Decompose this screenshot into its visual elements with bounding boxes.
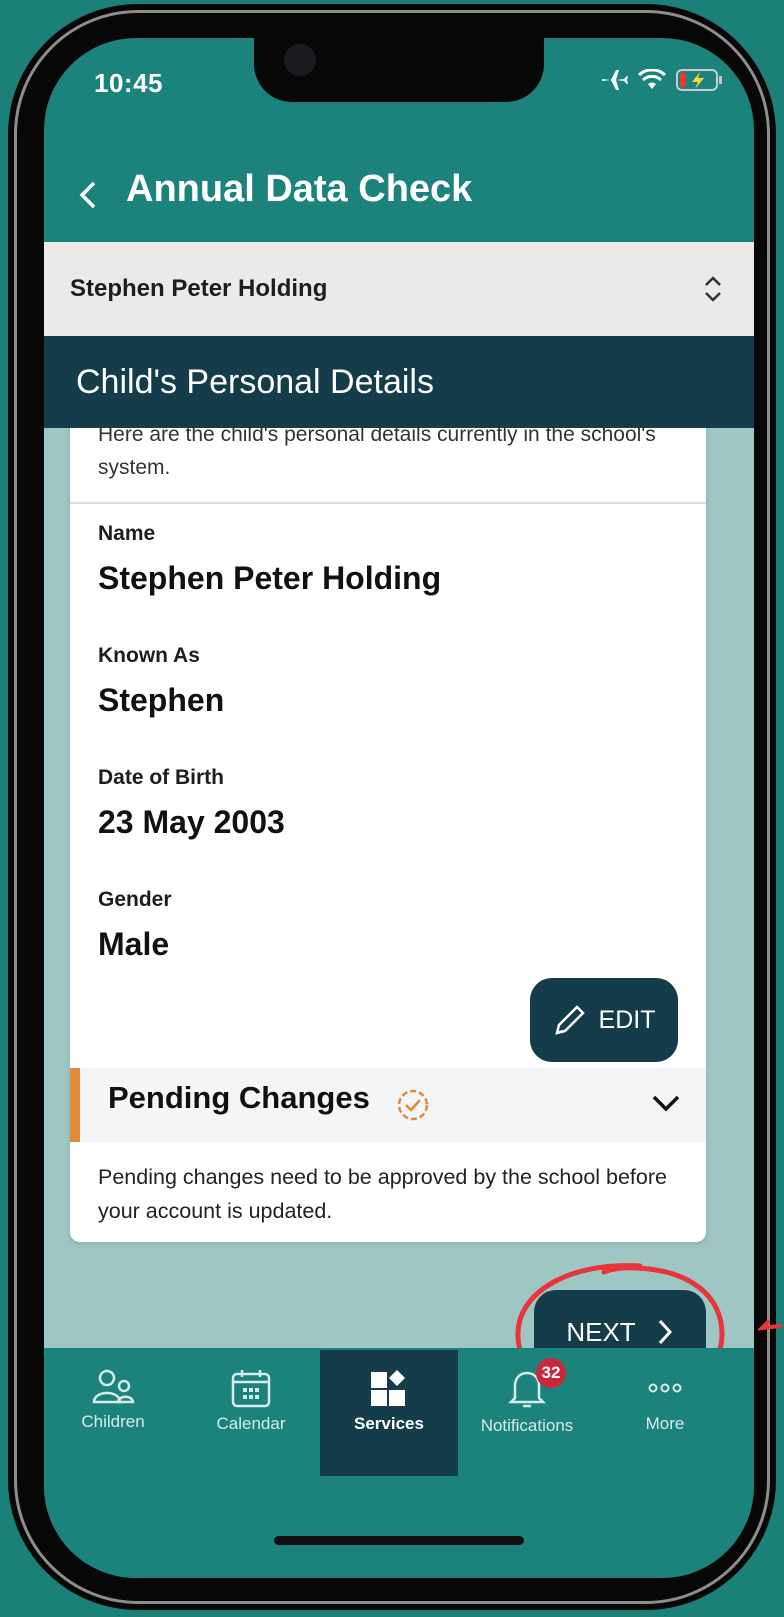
edit-button-label: EDIT	[598, 1005, 656, 1034]
screen: 10:45 Annual Data Check Stephen Peter Ho…	[44, 38, 754, 1578]
pending-check-icon	[396, 1088, 430, 1127]
field-value: Stephen	[98, 682, 225, 718]
card-intro-text: Here are the child's personal details cu…	[70, 428, 706, 504]
child-selector[interactable]: Stephen Peter Holding	[44, 242, 754, 336]
nav-item-more[interactable]: More	[596, 1350, 734, 1476]
nav-label: Services	[354, 1414, 424, 1433]
services-icon	[371, 1370, 405, 1406]
field-label: Gender	[98, 888, 172, 911]
app-header: Annual Data Check	[44, 148, 754, 242]
status-time: 10:45	[94, 68, 163, 98]
field-name: Name Stephen Peter Holding	[98, 522, 441, 597]
chevron-left-icon	[79, 181, 96, 209]
calendar-icon	[231, 1370, 271, 1408]
field-label: Date of Birth	[98, 766, 224, 789]
content-area: Here are the child's personal details cu…	[44, 428, 754, 1348]
nav-label: Children	[81, 1412, 145, 1431]
field-date-of-birth: Date of Birth 23 May 2003	[98, 766, 285, 841]
personal-details-card: Here are the child's personal details cu…	[70, 428, 706, 1242]
children-icon	[92, 1369, 135, 1404]
red-circle-annotation	[515, 1263, 725, 1348]
notifications-badge: 32	[536, 1358, 566, 1388]
field-label: Name	[98, 522, 156, 545]
field-gender: Gender Male	[98, 888, 172, 963]
pending-changes-title: Pending Changes	[108, 1080, 370, 1115]
airplane-icon	[600, 68, 628, 92]
nav-item-calendar[interactable]: Calendar	[182, 1350, 320, 1476]
field-value: Stephen Peter Holding	[98, 560, 442, 596]
field-known-as: Known As Stephen	[98, 644, 224, 719]
status-icons	[600, 68, 724, 92]
front-camera	[284, 44, 316, 76]
edit-button[interactable]: EDIT	[530, 978, 678, 1062]
section-header: Child's Personal Details	[44, 336, 754, 428]
home-indicator	[274, 1536, 524, 1545]
section-title: Child's Personal Details	[76, 362, 434, 401]
notch	[254, 38, 544, 102]
pencil-icon	[554, 1005, 585, 1035]
wifi-icon	[638, 69, 666, 91]
field-value: 23 May 2003	[98, 804, 285, 840]
nav-label: Notifications	[480, 1416, 574, 1435]
pending-changes-note: Pending changes need to be approved by t…	[98, 1165, 667, 1223]
field-label: Known As	[98, 644, 200, 667]
nav-label: Calendar	[216, 1414, 286, 1433]
chevron-down-icon	[650, 1092, 682, 1119]
nav-item-children[interactable]: Children	[44, 1350, 182, 1476]
chevron-up-down-icon	[702, 274, 724, 309]
annotation-arrow-stub	[758, 1320, 782, 1331]
page-title: Annual Data Check	[126, 168, 473, 210]
back-button[interactable]	[68, 170, 108, 220]
field-value: Male	[98, 926, 170, 962]
child-selector-label: Stephen Peter Holding	[70, 275, 328, 302]
more-icon	[648, 1383, 682, 1393]
nav-item-services[interactable]: Services	[320, 1350, 458, 1476]
pending-changes-toggle[interactable]: Pending Changes	[70, 1068, 706, 1142]
nav-label: More	[645, 1414, 685, 1433]
battery-charging-icon	[676, 68, 724, 92]
nav-item-notifications[interactable]: 32 Notifications	[458, 1350, 596, 1476]
